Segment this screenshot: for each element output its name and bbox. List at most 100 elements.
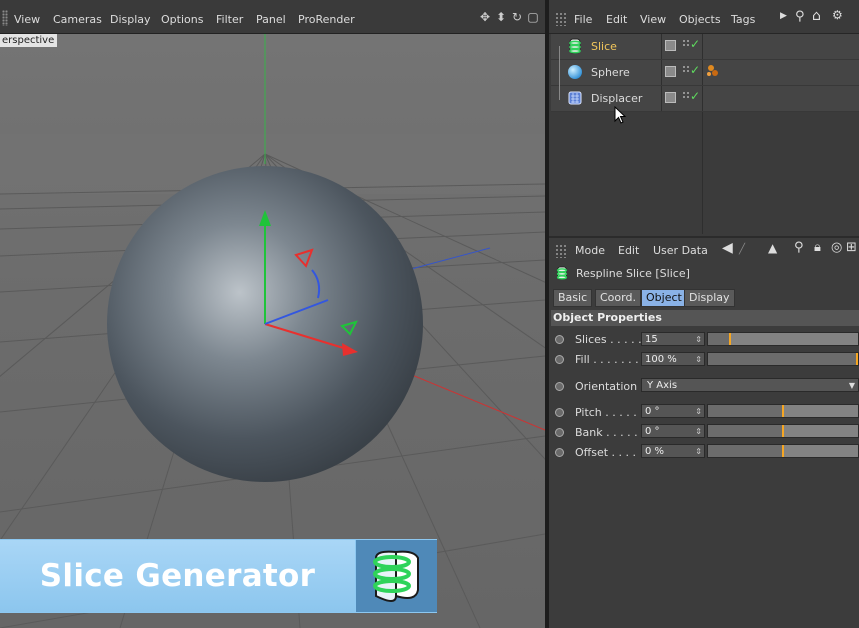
object-name-slice[interactable]: Slice [591,40,617,53]
spinner-arrows-icon[interactable]: ⇕ [695,405,702,419]
orientation-dropdown[interactable]: Y Axis ▼ [641,378,859,392]
slice-object-icon [556,266,568,280]
back-arrow-icon[interactable]: ◀ [722,240,733,256]
pitch-input[interactable]: 0 ° ⇕ [641,404,705,418]
slice-object-icon [569,38,581,54]
om-menu-edit[interactable]: Edit [606,13,627,26]
orientation-value: Y Axis [647,380,678,391]
enabled-check-icon[interactable]: ✓ [690,63,700,77]
tab-coord[interactable]: Coord. [595,289,641,307]
world-x-axis [399,369,545,431]
viewport-grip-handle[interactable] [2,10,8,26]
world-z-axis [399,247,491,273]
layer-toggle[interactable] [665,92,676,103]
rotate-icon[interactable]: ↻ [510,10,524,24]
viewport-menu-cameras[interactable]: Cameras [53,13,102,26]
tab-display[interactable]: Display [684,289,735,307]
om-column-separator [702,86,703,111]
viewport-menu-options[interactable]: Options [161,13,203,26]
object-row-sphere[interactable]: Sphere ✓ [551,60,859,86]
om-menu-view[interactable]: View [640,13,666,26]
layer-toggle[interactable] [665,66,676,77]
viewport-menu-view[interactable]: View [14,13,40,26]
om-column-separator [661,60,662,85]
target-icon[interactable]: ◎ [831,240,842,255]
spinner-arrows-icon[interactable]: ⇕ [695,445,702,459]
om-column-separator [702,60,703,85]
object-row-displacer[interactable]: Displacer ✓ [551,86,859,112]
search-icon[interactable]: ⚲ [795,9,805,24]
orientation-animate-toggle[interactable] [555,382,564,391]
viewport-menu-prorender[interactable]: ProRender [298,13,355,26]
visibility-dots[interactable] [682,91,690,99]
tab-basic[interactable]: Basic [553,289,593,307]
filter-icon[interactable]: ⚙ [832,8,843,22]
slider-handle[interactable] [856,353,858,365]
om-menu-objects[interactable]: Objects [679,13,721,26]
bank-input[interactable]: 0 ° ⇕ [641,424,705,438]
orientation-label: Orientation [575,380,638,393]
pitch-label: Pitch . . . . . [575,406,637,419]
sphere-object-icon [568,65,582,79]
slices-animate-toggle[interactable] [555,335,564,344]
am-menu-user-data[interactable]: User Data [653,244,708,257]
attribute-manager-grip[interactable] [555,244,567,258]
bank-animate-toggle[interactable] [555,428,564,437]
bank-label: Bank . . . . . [575,426,638,439]
spinner-arrows-icon[interactable]: ⇕ [695,353,702,367]
offset-animate-toggle[interactable] [555,448,564,457]
maximize-icon[interactable]: ▢ [526,10,540,24]
material-tag-icon[interactable] [705,63,723,81]
layer-toggle[interactable] [665,40,676,51]
offset-slider[interactable] [707,444,859,458]
banner-title: Slice Generator [0,540,355,612]
fill-slider[interactable] [707,352,859,366]
om-menu-tags[interactable]: Tags [731,13,755,26]
visibility-dots[interactable] [682,65,690,73]
am-menu-mode[interactable]: Mode [575,244,605,257]
om-more-arrow-icon[interactable]: ▶ [780,11,787,21]
object-name-displacer[interactable]: Displacer [591,92,642,105]
slider-handle[interactable] [782,405,784,417]
section-header[interactable]: Object Properties [551,310,859,326]
enabled-check-icon[interactable]: ✓ [690,89,700,103]
bank-slider[interactable] [707,424,859,438]
slider-handle[interactable] [729,333,731,345]
slice-icon [373,550,419,602]
new-panel-icon[interactable]: ⊞ [846,240,857,255]
viewport-menu-filter[interactable]: Filter [216,13,243,26]
object-name-sphere[interactable]: Sphere [591,66,630,79]
spinner-arrows-icon[interactable]: ⇕ [695,425,702,439]
am-menu-edit[interactable]: Edit [618,244,639,257]
attribute-manager-title: Respline Slice [Slice] [576,267,690,280]
viewport-menu-display[interactable]: Display [110,13,151,26]
forward-arrow-icon[interactable]: ╱ [739,244,745,255]
fill-input[interactable]: 100 % ⇕ [641,352,705,366]
up-arrow-icon[interactable]: ▲ [768,241,777,255]
fill-animate-toggle[interactable] [555,355,564,364]
offset-value: 0 % [645,446,665,457]
object-row-slice[interactable]: Slice ✓ [551,34,859,60]
om-menu-file[interactable]: File [574,13,592,26]
slices-input[interactable]: 15 ⇕ [641,332,705,346]
dolly-icon[interactable]: ⬍ [494,10,508,24]
object-manager-grip[interactable] [555,12,567,26]
chevron-down-icon: ▼ [848,381,855,390]
move-icon[interactable]: ✥ [478,10,492,24]
slices-slider[interactable] [707,332,859,346]
visibility-dots[interactable] [682,39,690,47]
enabled-check-icon[interactable]: ✓ [690,37,700,51]
pitch-value: 0 ° [645,406,660,417]
offset-input[interactable]: 0 % ⇕ [641,444,705,458]
lock-icon[interactable]: 🔒︎ [814,240,821,255]
pitch-animate-toggle[interactable] [555,408,564,417]
spinner-arrows-icon[interactable]: ⇕ [695,333,702,347]
pitch-slider[interactable] [707,404,859,418]
slider-handle[interactable] [782,425,784,437]
fill-label: Fill . . . . . . . [575,353,639,366]
tab-object[interactable]: Object [641,289,687,307]
home-icon[interactable]: ⌂ [812,8,821,24]
search-icon[interactable]: ⚲ [794,240,804,255]
slider-handle[interactable] [782,445,784,457]
viewport-menu-panel[interactable]: Panel [256,13,286,26]
